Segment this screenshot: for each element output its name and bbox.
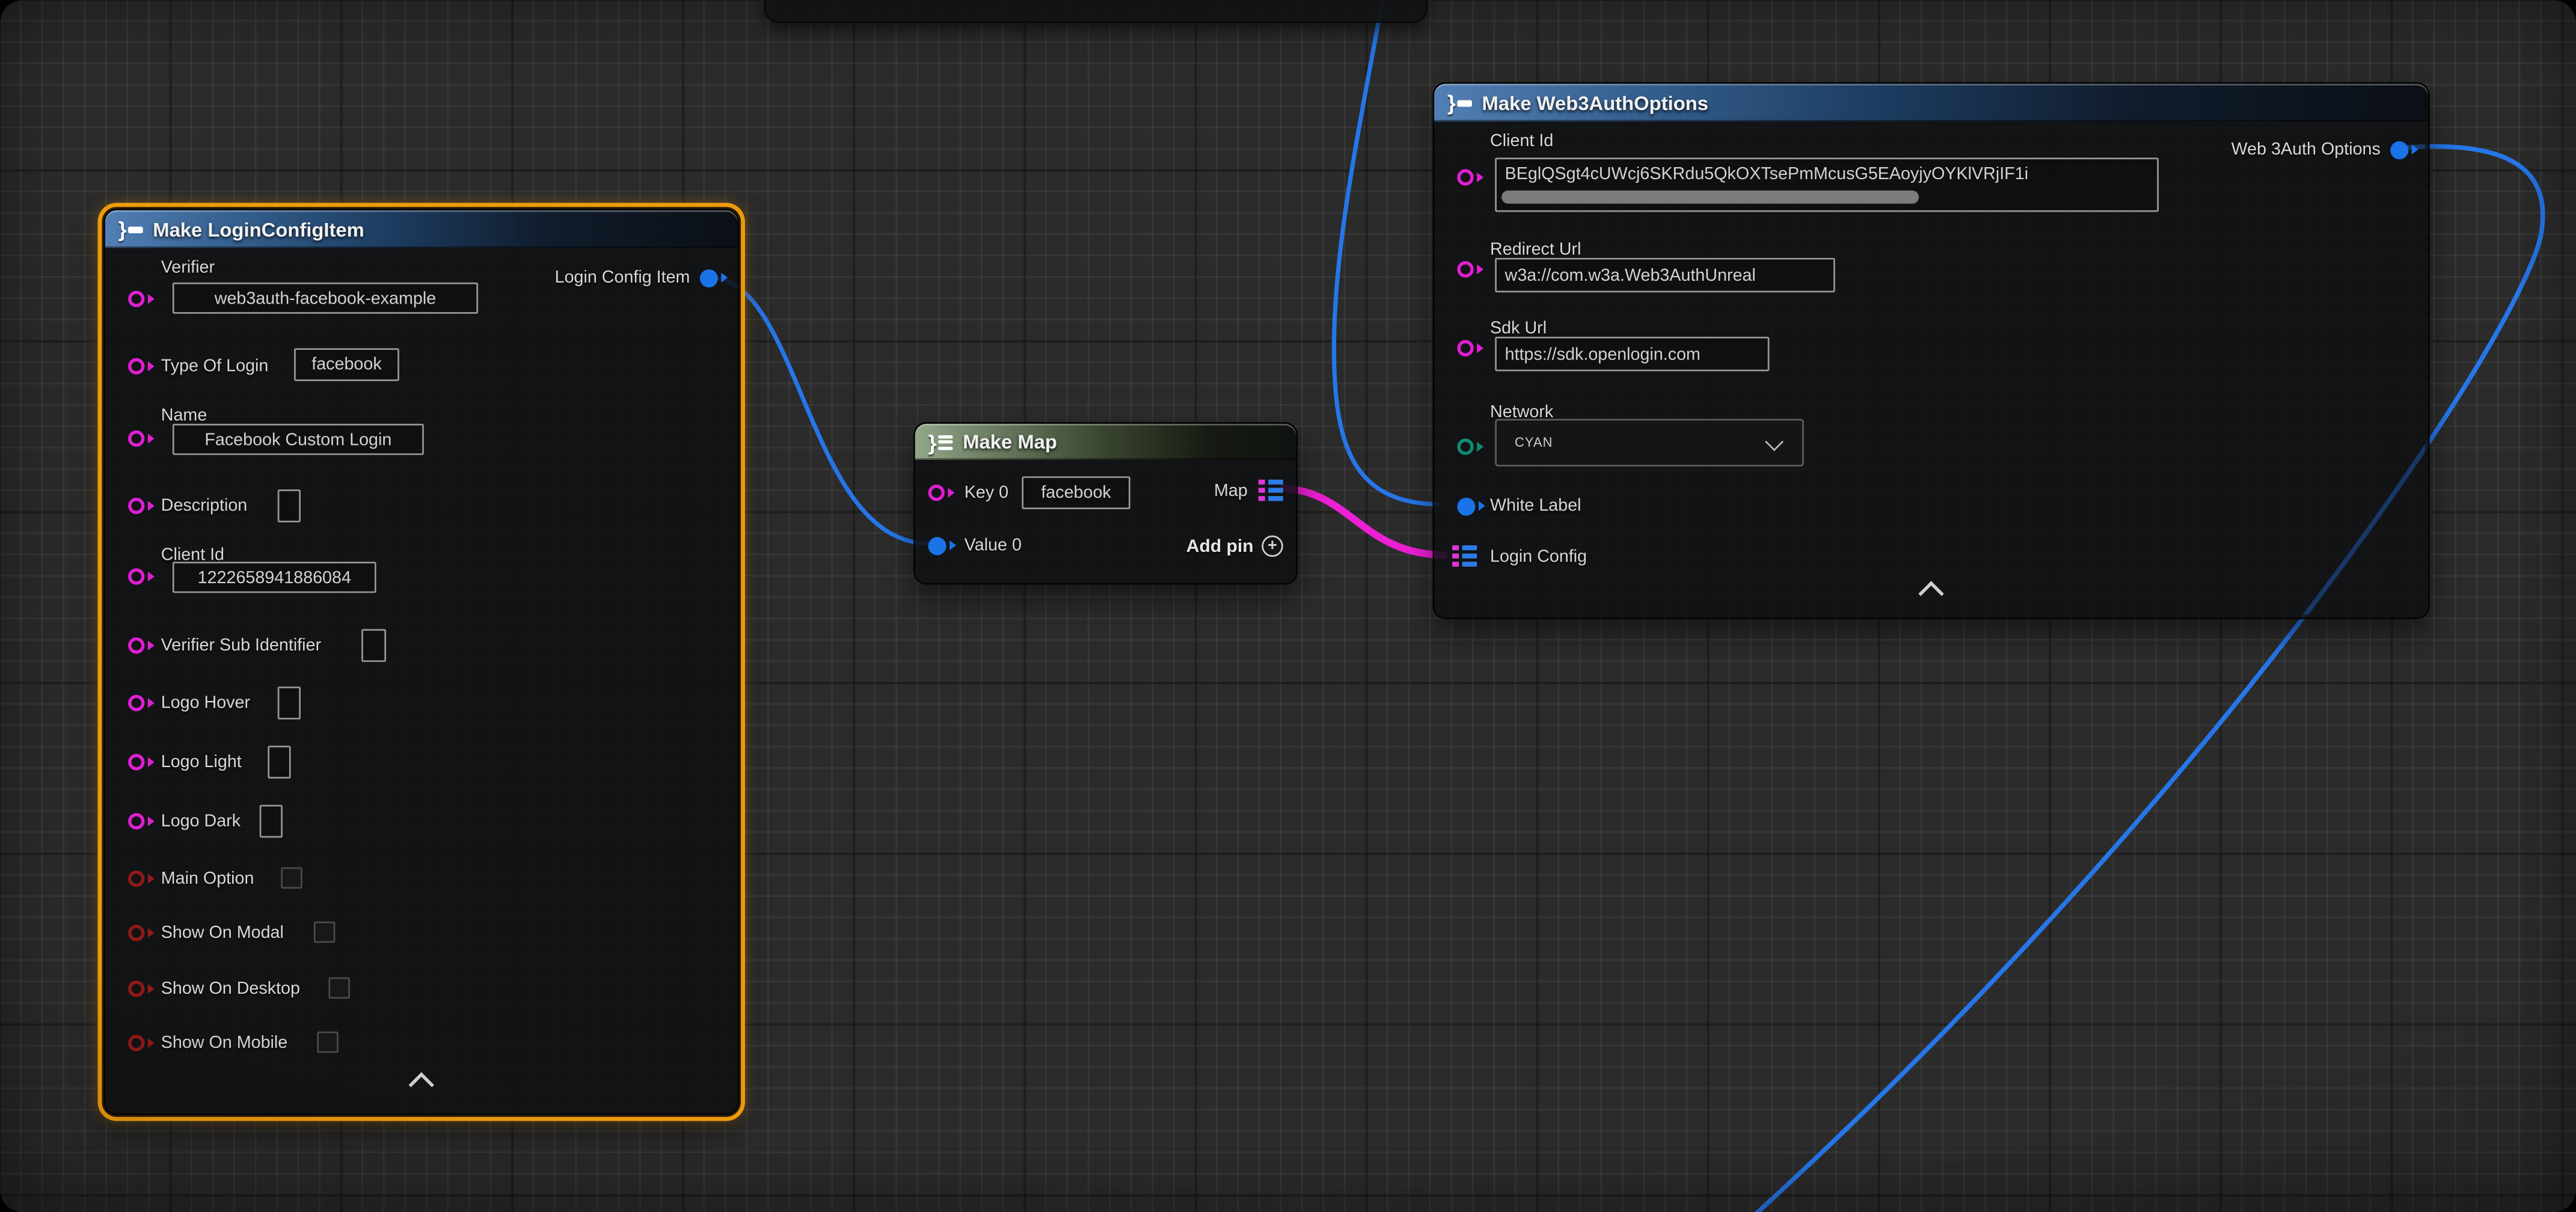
show-on-modal-checkbox[interactable] bbox=[314, 922, 336, 943]
pin-white-label[interactable] bbox=[1457, 494, 1485, 517]
pin-verifier[interactable] bbox=[128, 287, 155, 310]
pin-login-config-map-icon[interactable] bbox=[1452, 545, 1476, 567]
output-pin-label: Web 3Auth Options bbox=[2231, 139, 2381, 159]
field-label-main-option: Main Option bbox=[161, 869, 254, 890]
node-header-make-map[interactable]: } Make Map bbox=[915, 424, 1296, 460]
field-label-verifier: Verifier bbox=[161, 258, 215, 280]
field-label-login-config: Login Config bbox=[1490, 547, 1587, 569]
field-label-logo-hover: Logo Hover bbox=[161, 693, 250, 715]
node-make-loginconfigitem[interactable]: } Make LoginConfigItem Login Config Item… bbox=[103, 209, 739, 1115]
pin-show-on-modal[interactable] bbox=[128, 922, 155, 944]
collapse-chevron-icon[interactable] bbox=[409, 1072, 435, 1098]
wire-map-to-loginconfig[interactable] bbox=[1280, 488, 1447, 555]
pin-key-0[interactable] bbox=[928, 482, 955, 504]
node-header-make-web3authoptions[interactable]: } Make Web3AuthOptions bbox=[1434, 84, 2428, 121]
field-label-logo-light: Logo Light bbox=[161, 752, 242, 774]
node-make-map[interactable]: } Make Map Key 0 facebook Map Value 0 Ad… bbox=[913, 422, 1298, 584]
blueprint-graph-canvas[interactable]: } Make LoginConfigItem Login Config Item… bbox=[0, 0, 2576, 1212]
field-label-value-0: Value 0 bbox=[964, 536, 1022, 557]
field-label-show-on-mobile: Show On Mobile bbox=[161, 1033, 288, 1055]
client-id-input[interactable]: BEglQSgt4cUWcj6SKRdu5QkOXTsePmMcusG5EAoy… bbox=[1495, 158, 2159, 212]
pin-logo-hover[interactable] bbox=[128, 691, 155, 714]
field-label-client-id: Client Id bbox=[1490, 132, 1553, 153]
key-0-input[interactable]: facebook bbox=[1022, 476, 1130, 509]
make-struct-icon: } bbox=[118, 218, 143, 240]
pin-sdk-url[interactable] bbox=[1457, 337, 1483, 360]
field-label-type-of-login: Type Of Login bbox=[161, 357, 269, 378]
output-pin-login-config-item[interactable] bbox=[700, 266, 728, 289]
field-label-show-on-desktop: Show On Desktop bbox=[161, 979, 300, 1000]
show-on-mobile-checkbox[interactable] bbox=[317, 1032, 339, 1053]
map-pin-label: Map bbox=[1214, 481, 1248, 501]
network-dropdown-value: CYAN bbox=[1497, 435, 1553, 450]
logo-light-input[interactable] bbox=[268, 745, 290, 779]
pin-name[interactable] bbox=[128, 427, 155, 450]
pin-logo-light[interactable] bbox=[128, 751, 155, 774]
pin-show-on-desktop[interactable] bbox=[128, 978, 155, 1000]
pin-network[interactable] bbox=[1457, 435, 1483, 458]
pin-logo-dark[interactable] bbox=[128, 810, 155, 833]
redirect-url-input[interactable]: w3a://com.w3a.Web3AuthUnreal bbox=[1495, 258, 1835, 292]
node-make-web3authoptions[interactable]: } Make Web3AuthOptions Web 3Auth Options… bbox=[1432, 82, 2429, 619]
pin-redirect-url[interactable] bbox=[1457, 258, 1483, 281]
pin-show-on-mobile[interactable] bbox=[128, 1032, 155, 1054]
field-label-key-0: Key 0 bbox=[964, 483, 1008, 504]
node-header-make-loginconfigitem[interactable]: } Make LoginConfigItem bbox=[105, 210, 738, 248]
field-label-logo-dark: Logo Dark bbox=[161, 812, 241, 833]
logo-dark-input[interactable] bbox=[260, 805, 283, 838]
field-label-description: Description bbox=[161, 496, 248, 518]
output-row-login-config-item: Login Config Item bbox=[555, 266, 728, 289]
verifier-sub-identifier-input[interactable] bbox=[361, 629, 386, 662]
wire-top-to-whitelabel[interactable] bbox=[1334, 0, 1441, 504]
verifier-input[interactable]: web3auth-facebook-example bbox=[173, 283, 478, 314]
make-struct-icon: } bbox=[1447, 92, 1472, 114]
main-option-checkbox[interactable] bbox=[281, 868, 302, 889]
output-pin-label: Login Config Item bbox=[555, 268, 690, 287]
offscreen-node-bottom-edge[interactable] bbox=[764, 0, 1428, 23]
logo-hover-input[interactable] bbox=[278, 687, 301, 720]
make-map-icon: } bbox=[928, 431, 953, 453]
add-pin-button[interactable]: Add pin + bbox=[1186, 536, 1283, 557]
network-dropdown[interactable]: CYAN bbox=[1495, 419, 1804, 467]
node-title: Make LoginConfigItem bbox=[153, 218, 364, 240]
pin-verifier-sub-identifier[interactable] bbox=[128, 634, 155, 657]
show-on-desktop-checkbox[interactable] bbox=[328, 978, 350, 999]
description-input[interactable] bbox=[278, 489, 301, 522]
wire-loginconfigitem-to-value0[interactable] bbox=[713, 278, 930, 544]
add-pin-plus-icon: + bbox=[1262, 536, 1283, 557]
add-pin-label: Add pin bbox=[1186, 536, 1254, 556]
sdk-url-input[interactable]: https://sdk.openlogin.com bbox=[1495, 337, 1769, 371]
name-input[interactable]: Facebook Custom Login bbox=[173, 424, 424, 455]
field-label-show-on-modal: Show On Modal bbox=[161, 923, 284, 944]
output-pin-web3auth-options[interactable] bbox=[2390, 138, 2418, 161]
field-label-white-label: White Label bbox=[1490, 496, 1581, 518]
field-label-verifier-sub-identifier: Verifier Sub Identifier bbox=[161, 635, 321, 657]
node-title: Make Map bbox=[963, 430, 1057, 453]
pin-description[interactable] bbox=[128, 494, 155, 517]
node-title: Make Web3AuthOptions bbox=[1482, 91, 1708, 114]
client-id-input[interactable]: 1222658941886084 bbox=[173, 562, 376, 593]
output-row-map: Map bbox=[1214, 480, 1283, 501]
type-of-login-input[interactable]: facebook bbox=[294, 348, 399, 381]
client-id-scrollbar[interactable] bbox=[1501, 191, 1919, 204]
pin-value-0[interactable] bbox=[928, 534, 956, 557]
collapse-chevron-icon[interactable] bbox=[1918, 581, 1944, 607]
pin-type-of-login[interactable] bbox=[128, 355, 155, 378]
map-pin-icon[interactable] bbox=[1259, 480, 1283, 501]
pin-client-id[interactable] bbox=[1457, 166, 1483, 189]
pin-main-option[interactable] bbox=[128, 868, 155, 890]
output-row-web3auth-options: Web 3Auth Options bbox=[2231, 138, 2418, 161]
pin-client-id[interactable] bbox=[128, 565, 155, 588]
